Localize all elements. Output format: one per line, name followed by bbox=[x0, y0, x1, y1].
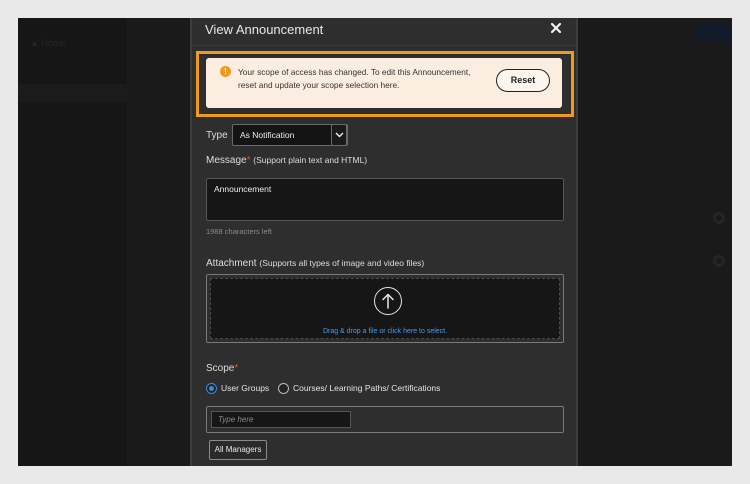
banner-message: Your scope of access has changed. To edi… bbox=[238, 67, 471, 90]
radio-button[interactable] bbox=[278, 382, 289, 394]
attachment-hint: (Supports all types of image and video f… bbox=[259, 258, 425, 268]
character-count: 1988 characters left bbox=[206, 227, 272, 236]
scope-chip-all-managers[interactable]: All Managers bbox=[209, 440, 267, 460]
message-hint: (Support plain text and HTML) bbox=[253, 155, 368, 165]
reset-button[interactable]: Reset bbox=[496, 69, 550, 92]
message-value: Announcement bbox=[214, 184, 272, 194]
attachment-label-text: Attachment bbox=[206, 258, 257, 269]
type-select-value: As Notification bbox=[240, 130, 295, 140]
dialog-title: View Announcement bbox=[205, 22, 324, 37]
message-label: Message* (Support plain text and HTML) bbox=[206, 155, 367, 166]
info-icon: ! bbox=[220, 66, 231, 77]
close-icon[interactable] bbox=[550, 22, 564, 38]
dialog-header: View Announcement bbox=[192, 18, 576, 46]
radio-label: Courses/ Learning Paths/ Certifications bbox=[293, 383, 441, 393]
chevron-down-icon[interactable] bbox=[331, 124, 347, 146]
required-marker: * bbox=[246, 155, 251, 166]
required-marker: * bbox=[234, 363, 239, 374]
scope-selector bbox=[206, 406, 564, 433]
radio-label: User Groups bbox=[221, 383, 270, 393]
dropzone-area[interactable]: Drag & drop a file or click here to sele… bbox=[210, 278, 560, 339]
drop-instructions-link[interactable]: Drag & drop a file or click here to sele… bbox=[211, 328, 559, 335]
attachment-dropzone[interactable]: Drag & drop a file or click here to sele… bbox=[206, 274, 564, 343]
message-label-text: Message bbox=[206, 155, 247, 166]
message-textarea[interactable]: Announcement bbox=[206, 178, 564, 221]
attachment-label: Attachment (Supports all types of image … bbox=[206, 258, 424, 269]
scope-label: Scope* bbox=[206, 363, 238, 374]
type-select[interactable]: As Notification bbox=[232, 124, 348, 146]
scope-search-input[interactable] bbox=[211, 411, 351, 428]
radio-button-selected[interactable] bbox=[206, 382, 217, 394]
upload-arrow-icon[interactable] bbox=[374, 287, 402, 315]
radio-user-groups[interactable]: User Groups bbox=[206, 382, 269, 394]
type-label: Type bbox=[206, 130, 228, 141]
scope-change-banner: ! Your scope of access has changed. To e… bbox=[206, 58, 562, 108]
view-announcement-dialog: View Announcement ! Your scope of access… bbox=[190, 18, 578, 466]
radio-courses-learning-paths[interactable]: Courses/ Learning Paths/ Certifications bbox=[278, 382, 440, 394]
scope-label-text: Scope bbox=[206, 363, 235, 374]
